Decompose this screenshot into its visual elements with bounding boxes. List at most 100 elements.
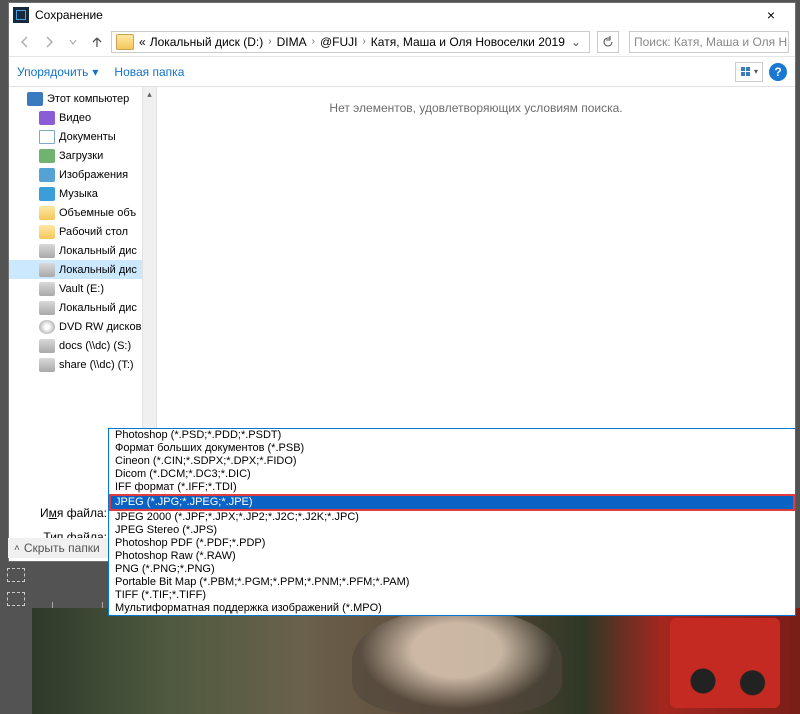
tree-item[interactable]: Объемные объ [9, 203, 156, 222]
scroll-up-icon[interactable]: ▴ [143, 87, 156, 101]
breadcrumb-item[interactable]: DIMA [275, 35, 309, 49]
filetype-option[interactable]: IFF формат (*.IFF;*.TDI) [109, 481, 795, 494]
chevron-up-icon: ˄ [14, 543, 20, 554]
empty-message: Нет элементов, удовлетворяющих условиям … [329, 101, 622, 115]
chevron-right-icon: › [265, 36, 274, 47]
tree-item[interactable]: Этот компьютер [9, 89, 156, 108]
artboard-tool-icon[interactable] [7, 592, 25, 606]
tree-item[interactable]: Документы [9, 127, 156, 146]
drive-icon [39, 263, 55, 277]
tree-item-label: Документы [59, 131, 116, 143]
filetype-dropdown-list[interactable]: Photoshop (*.PSD;*.PDD;*.PSDT)Формат бол… [108, 428, 796, 616]
tree-item-label: Изображения [59, 169, 128, 181]
filetype-option[interactable]: Photoshop PDF (*.PDF;*.PDP) [109, 537, 795, 550]
disc-icon [39, 320, 55, 334]
filetype-option[interactable]: PNG (*.PNG;*.PNG) [109, 563, 795, 576]
close-button[interactable]: × [751, 7, 791, 23]
search-input[interactable]: Поиск: Катя, Маша и Оля Н... [629, 31, 789, 53]
down-icon [39, 149, 55, 163]
filetype-option[interactable]: Photoshop (*.PSD;*.PDD;*.PSDT) [109, 429, 795, 442]
organize-dropdown-icon[interactable]: ▾ [88, 65, 102, 79]
hide-folders-label: Скрыть папки [24, 541, 100, 555]
tree-item[interactable]: DVD RW дисков [9, 317, 156, 336]
drive-icon [39, 339, 55, 353]
organize-button[interactable]: Упорядочить [17, 65, 88, 79]
tree-item-label: DVD RW дисков [59, 321, 141, 333]
photo-bicycle [670, 618, 780, 708]
breadcrumb-item[interactable]: Локальный диск (D:) [148, 35, 266, 49]
tree-item-label: Загрузки [59, 150, 103, 162]
app-icon [13, 7, 29, 23]
crop-tool-icon[interactable] [7, 568, 25, 582]
tree-item[interactable]: Локальный дис [9, 298, 156, 317]
tree-item-label: Этот компьютер [47, 93, 129, 105]
filetype-option[interactable]: Мультиформатная поддержка изображений (*… [109, 602, 795, 615]
tree-item[interactable]: Vault (E:) [9, 279, 156, 298]
filetype-option[interactable]: Формат больших документов (*.PSB) [109, 442, 795, 455]
nav-row: « Локальный диск (D:) › DIMA › @FUJI › К… [9, 27, 795, 57]
filetype-option[interactable]: Photoshop Raw (*.RAW) [109, 550, 795, 563]
filetype-option[interactable]: Dicom (*.DCM;*.DC3;*.DIC) [109, 468, 795, 481]
tree-item-label: share (\\dc) (T:) [59, 359, 134, 371]
chevron-right-icon: › [359, 36, 368, 47]
back-button[interactable] [15, 32, 35, 52]
filetype-option[interactable]: JPEG 2000 (*.JPF;*.JPX;*.JP2;*.J2C;*.J2K… [109, 511, 795, 524]
tree-item[interactable]: Рабочий стол [9, 222, 156, 241]
breadcrumb[interactable]: « Локальный диск (D:) › DIMA › @FUJI › К… [111, 31, 590, 53]
tree-item-label: Видео [59, 112, 91, 124]
tree-item-label: docs (\\dc) (S:) [59, 340, 131, 352]
doc-icon [39, 130, 55, 144]
drive-icon [39, 282, 55, 296]
search-placeholder: Поиск: Катя, Маша и Оля Н... [634, 35, 789, 49]
new-folder-button[interactable]: Новая папка [114, 65, 184, 79]
tree-item[interactable]: Локальный дис [9, 260, 156, 279]
drive-icon [39, 358, 55, 372]
breadcrumb-item[interactable]: @FUJI [318, 35, 360, 49]
tree-item-label: Объемные объ [59, 207, 136, 219]
tree-item-label: Локальный дис [59, 302, 137, 314]
folder-icon [39, 206, 55, 220]
photoshop-canvas-image [32, 608, 800, 714]
drive-icon [39, 244, 55, 258]
tree-item[interactable]: docs (\\dc) (S:) [9, 336, 156, 355]
tree-item[interactable]: Загрузки [9, 146, 156, 165]
filetype-option[interactable]: JPEG Stereo (*.JPS) [109, 524, 795, 537]
filetype-option[interactable]: TIFF (*.TIF;*.TIFF) [109, 589, 795, 602]
folder-icon [116, 34, 134, 50]
refresh-button[interactable] [597, 31, 619, 53]
music-icon [39, 187, 55, 201]
toolbar: Упорядочить ▾ Новая папка ▾ ? [9, 57, 795, 87]
tree-item-label: Рабочий стол [59, 226, 128, 238]
drive-icon [39, 301, 55, 315]
tree-item[interactable]: share (\\dc) (T:) [9, 355, 156, 374]
tree-item-label: Музыка [59, 188, 98, 200]
recent-dropdown[interactable] [63, 32, 83, 52]
help-button[interactable]: ? [769, 63, 787, 81]
chevron-right-icon: › [309, 36, 318, 47]
filename-label: Имя файла: [21, 506, 113, 520]
tree-item[interactable]: Видео [9, 108, 156, 127]
up-button[interactable] [87, 32, 107, 52]
tree-item[interactable]: Изображения [9, 165, 156, 184]
filetype-option[interactable]: Portable Bit Map (*.PBM;*.PGM;*.PPM;*.PN… [109, 576, 795, 589]
folder-icon [39, 225, 55, 239]
pc-icon [27, 92, 43, 106]
titlebar: Сохранение × [9, 3, 795, 27]
dialog-title: Сохранение [35, 8, 751, 22]
view-options-button[interactable]: ▾ [735, 62, 763, 82]
breadcrumb-item[interactable]: Катя, Маша и Оля Новоселки 2019 [369, 35, 567, 49]
photo-person [352, 608, 562, 714]
tree-item-label: Vault (E:) [59, 283, 104, 295]
tree-item-label: Локальный дис [59, 264, 137, 276]
forward-button[interactable] [39, 32, 59, 52]
tree-item-label: Локальный дис [59, 245, 137, 257]
filetype-option[interactable]: JPEG (*.JPG;*.JPEG;*.JPE) [109, 494, 795, 511]
filetype-option[interactable]: Cineon (*.CIN;*.SDPX;*.DPX;*.FIDO) [109, 455, 795, 468]
img-icon [39, 168, 55, 182]
breadcrumb-dropdown[interactable]: ⌄ [567, 35, 585, 49]
video-icon [39, 111, 55, 125]
tree-item[interactable]: Локальный дис [9, 241, 156, 260]
tree-item[interactable]: Музыка [9, 184, 156, 203]
breadcrumb-prefix: « [137, 35, 148, 49]
photoshop-toolbar [0, 560, 32, 714]
